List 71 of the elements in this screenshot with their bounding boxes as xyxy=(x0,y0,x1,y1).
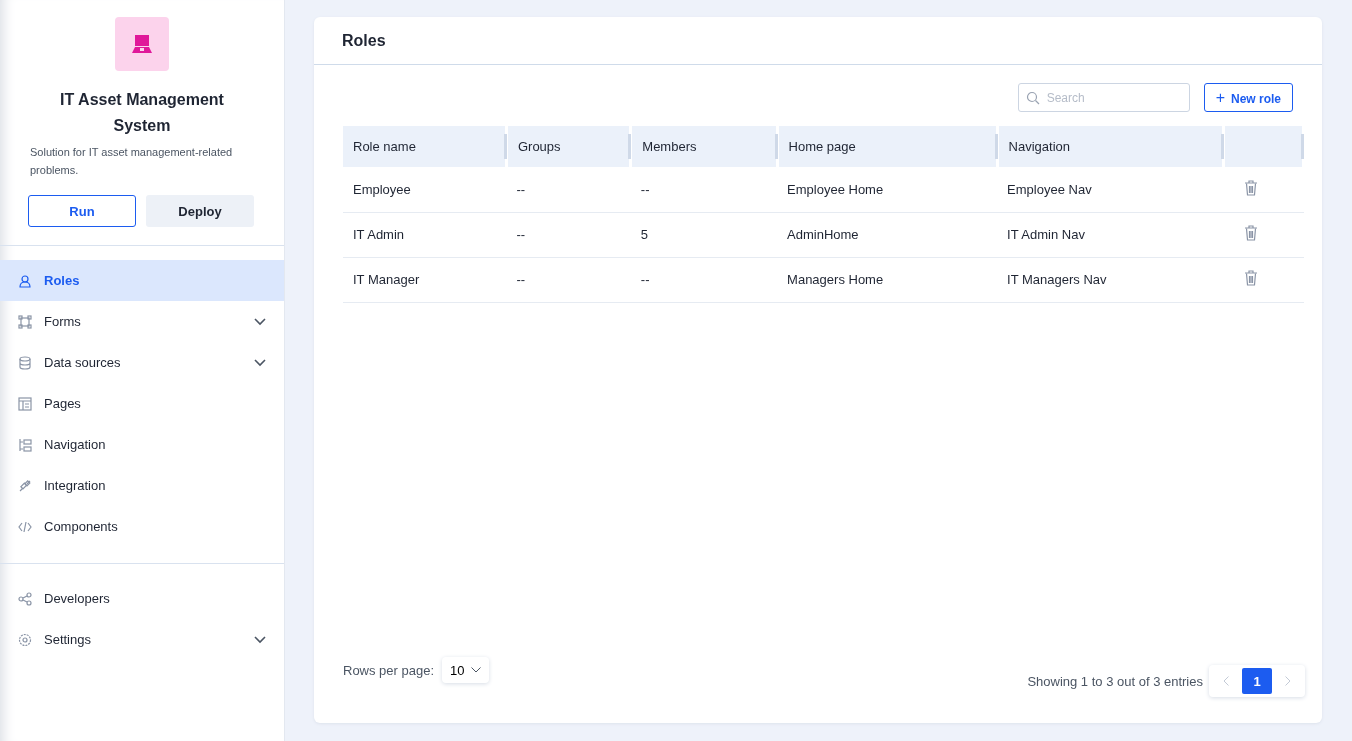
table-icon xyxy=(18,396,32,411)
nav-label: Navigation xyxy=(44,437,107,452)
laptop-icon xyxy=(131,34,153,54)
nav-item[interactable]: Settings xyxy=(0,619,284,660)
tree-icon xyxy=(18,437,32,452)
table-cell: IT Managers Nav xyxy=(997,257,1224,302)
table-cell: IT Admin xyxy=(343,212,507,257)
app-description: Solution for IT asset management-related problems. xyxy=(30,145,234,178)
column-header: Navigation xyxy=(997,126,1224,167)
table-cell: -- xyxy=(506,212,631,257)
nav-label: Developers xyxy=(44,591,111,606)
rows-per-page-label: Rows per page: xyxy=(343,662,435,678)
database-icon xyxy=(18,355,32,370)
share-icon xyxy=(18,591,32,606)
table-cell: -- xyxy=(630,257,778,302)
column-header: Home page xyxy=(777,126,998,167)
trash-icon xyxy=(1243,179,1258,196)
table-cell: IT Manager xyxy=(343,257,507,302)
nav-label: Integration xyxy=(44,478,107,493)
nav-item[interactable]: Roles xyxy=(0,260,284,301)
page-button[interactable]: 1 xyxy=(1242,668,1272,694)
column-header: Members xyxy=(630,126,778,167)
table-cell: Managers Home xyxy=(777,257,998,302)
person-icon xyxy=(18,273,32,288)
entries-summary: Showing 1 to 3 out of 3 entries xyxy=(1027,673,1203,689)
chevron-down-icon xyxy=(470,667,481,673)
nav-label: Components xyxy=(44,519,119,534)
search-field[interactable]: Search xyxy=(1017,83,1190,112)
chevron-left-icon xyxy=(1223,675,1229,686)
nav-item[interactable]: Developers xyxy=(0,578,284,619)
column-header: Role name xyxy=(343,126,507,167)
delete-button[interactable] xyxy=(1243,270,1258,289)
nav-label: Settings xyxy=(44,632,92,647)
trash-icon xyxy=(1243,225,1258,241)
chevron-down-icon xyxy=(254,358,266,367)
nav-item[interactable]: Pages xyxy=(0,383,284,424)
nav-label: Pages xyxy=(44,396,82,411)
settings-icon xyxy=(18,632,32,647)
table-cell: -- xyxy=(506,167,631,212)
delete-button[interactable] xyxy=(1243,179,1258,199)
table-cell: -- xyxy=(506,257,631,302)
table-cell: -- xyxy=(630,167,778,212)
nav-label: Data sources xyxy=(44,355,122,370)
link-icon xyxy=(18,478,32,493)
chevron-down-icon xyxy=(254,317,266,326)
nav-item[interactable]: Navigation xyxy=(0,424,284,465)
table-cell: 5 xyxy=(630,212,778,257)
nav-label: Roles xyxy=(44,273,81,288)
nav-item[interactable]: Integration xyxy=(0,465,284,506)
new-role-button[interactable]: + New role xyxy=(1203,83,1293,112)
table-cell: Employee Home xyxy=(777,167,998,212)
app-title: IT Asset Management System xyxy=(59,90,225,136)
table-cell: AdminHome xyxy=(777,212,998,257)
table-cell: Employee xyxy=(343,167,507,212)
table-cell: IT Admin Nav xyxy=(997,212,1224,257)
code-icon xyxy=(18,519,32,534)
app-button[interactable]: Deploy xyxy=(146,195,254,227)
nav-item[interactable]: Components xyxy=(0,506,284,547)
chevron-right-icon xyxy=(1285,675,1291,686)
frame-icon xyxy=(18,314,32,329)
app-button[interactable]: Run xyxy=(28,195,136,227)
delete-button[interactable] xyxy=(1243,225,1258,244)
nav-item[interactable]: Forms xyxy=(0,301,284,342)
column-header: Groups xyxy=(506,126,631,167)
rows-per-page-dropdown[interactable]: 10 xyxy=(442,657,489,683)
nav-label: Forms xyxy=(44,314,82,329)
trash-icon xyxy=(1243,270,1258,286)
panel-title: Roles xyxy=(342,31,386,50)
nav-item[interactable]: Data sources xyxy=(0,342,284,383)
table-cell: Employee Nav xyxy=(997,167,1224,212)
chevron-down-icon xyxy=(254,635,266,644)
